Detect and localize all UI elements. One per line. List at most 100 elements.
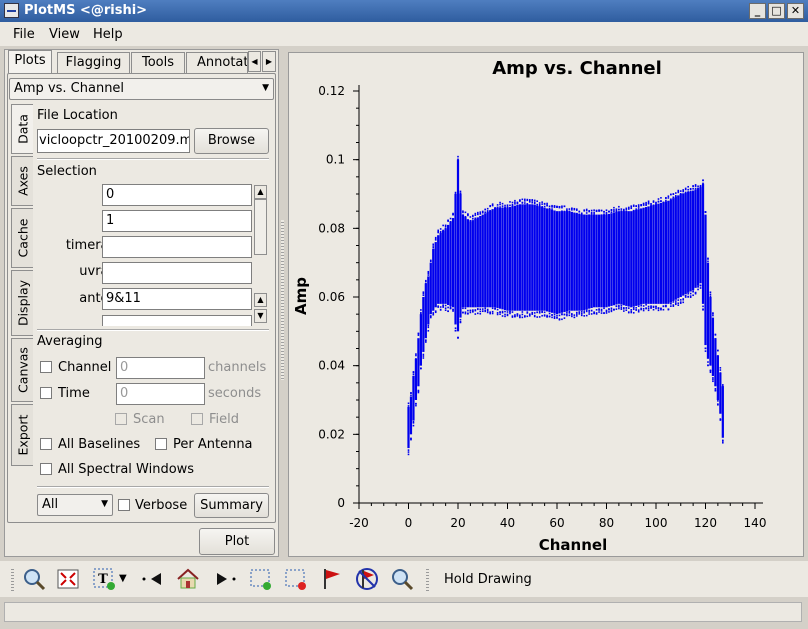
data-point [709,371,712,374]
data-point [670,302,672,305]
tab-annotator[interactable]: Annotator [186,52,248,73]
data-point [588,313,590,315]
data-point [553,313,556,316]
tab-flagging[interactable]: Flagging [57,52,130,73]
data-point [432,245,435,247]
summary-button[interactable]: Summary [194,493,269,518]
menu-view[interactable]: View [49,27,80,42]
chevron-down-icon: ▼ [262,83,269,93]
mark-region-icon[interactable] [249,567,273,591]
channel-checkbox[interactable] [40,361,52,373]
locate-icon[interactable] [390,567,414,591]
tab-scroll-left-icon[interactable]: ◀ [248,51,261,72]
flag-icon[interactable] [320,567,344,591]
menu-help[interactable]: Help [93,27,123,42]
plot-button[interactable]: Plot [199,528,275,555]
side-tab-export[interactable]: Export [11,404,33,466]
verbose-checkbox[interactable] [118,499,130,511]
antenna-input[interactable]: 9&11 [102,288,252,310]
all-baselines-checkbox[interactable] [40,438,52,450]
maximize-button[interactable]: □ [768,3,785,19]
file-location-input[interactable]: vicloopctr_20100209.ms [37,129,190,153]
data-point [474,214,477,216]
data-point [561,205,563,208]
side-tab-data[interactable]: Data [11,104,33,154]
data-point [630,309,633,311]
hold-drawing-label[interactable]: Hold Drawing [444,572,532,587]
side-tab-axes[interactable]: Axes [11,156,33,206]
app-icon [4,3,19,18]
channel-points [511,206,514,311]
minimize-button[interactable]: _ [749,3,766,19]
text-tool-icon[interactable]: T [92,567,116,591]
data-point [677,299,680,301]
verbosity-select[interactable]: All ▼ [37,494,113,516]
data-point [699,284,702,287]
data-point [682,298,685,301]
scroll-up-icon[interactable]: ▲ [254,293,267,307]
browse-button[interactable]: Browse [194,128,269,154]
data-point [682,189,685,191]
back-icon[interactable] [141,567,165,591]
scroll-down-icon[interactable]: ▼ [254,309,267,323]
data-point [719,369,722,371]
data-point [407,405,410,407]
close-button[interactable]: ✕ [787,3,804,19]
scan-checkbox[interactable] [115,413,127,425]
all-spw-checkbox[interactable] [40,463,52,475]
data-point [504,206,506,209]
forward-icon[interactable] [213,567,237,591]
data-point [632,306,635,309]
zoom-icon[interactable] [22,567,46,591]
scroll-up-icon[interactable]: ▲ [254,185,267,199]
menu-file[interactable]: File [13,27,35,42]
channel-points [449,221,452,307]
data-point [504,315,506,318]
chevron-down-icon[interactable]: ▼ [119,573,127,584]
data-point [459,320,462,323]
field-checkbox[interactable] [191,413,203,425]
home-icon[interactable] [176,567,200,591]
per-antenna-checkbox[interactable] [155,438,167,450]
data-point [531,200,534,202]
unmark-region-icon[interactable] [284,567,308,591]
unflag-icon[interactable] [355,567,379,591]
data-point [533,201,536,204]
data-point [600,214,603,216]
field-input[interactable]: 0 [102,184,252,206]
time-checkbox[interactable] [40,387,52,399]
side-tab-canvas[interactable]: Canvas [11,338,33,402]
data-point [600,209,603,212]
splitter-handle[interactable] [281,220,284,380]
side-tab-display[interactable]: Display [11,270,33,336]
spw-input[interactable]: 1 [102,210,252,232]
data-point [687,188,689,191]
data-point [467,214,469,217]
data-point [457,337,459,339]
data-point [474,217,477,220]
tab-plots[interactable]: Plots [8,50,52,73]
data-point [447,220,449,222]
side-tab-cache[interactable]: Cache [11,208,33,268]
channel-avg-input[interactable]: 0 [116,357,205,379]
data-point [647,305,650,308]
data-point [410,438,412,440]
fit-icon[interactable] [56,567,80,591]
x-tick-label: 80 [599,516,614,530]
plot-selector[interactable]: Amp vs. Channel ▼ [9,78,274,100]
data-point [603,307,605,310]
channel-points [610,213,613,306]
tab-scroll-right-icon[interactable]: ▶ [262,51,276,72]
data-point [707,258,709,260]
scan-input[interactable] [102,315,252,326]
amp-vs-channel-chart[interactable]: Amp vs. Channel Channel Amp 0 0.02 0.04 0.0… [289,53,803,556]
time-avg-input[interactable]: 0 [116,383,205,405]
data-point [585,314,588,317]
channel-points [417,338,420,387]
uvrange-input[interactable] [102,262,252,284]
timerange-input[interactable] [102,236,252,258]
scrollbar-thumb[interactable] [254,199,267,255]
data-point [576,315,578,317]
tab-tools[interactable]: Tools [131,52,185,73]
time-label: Time [58,386,90,401]
